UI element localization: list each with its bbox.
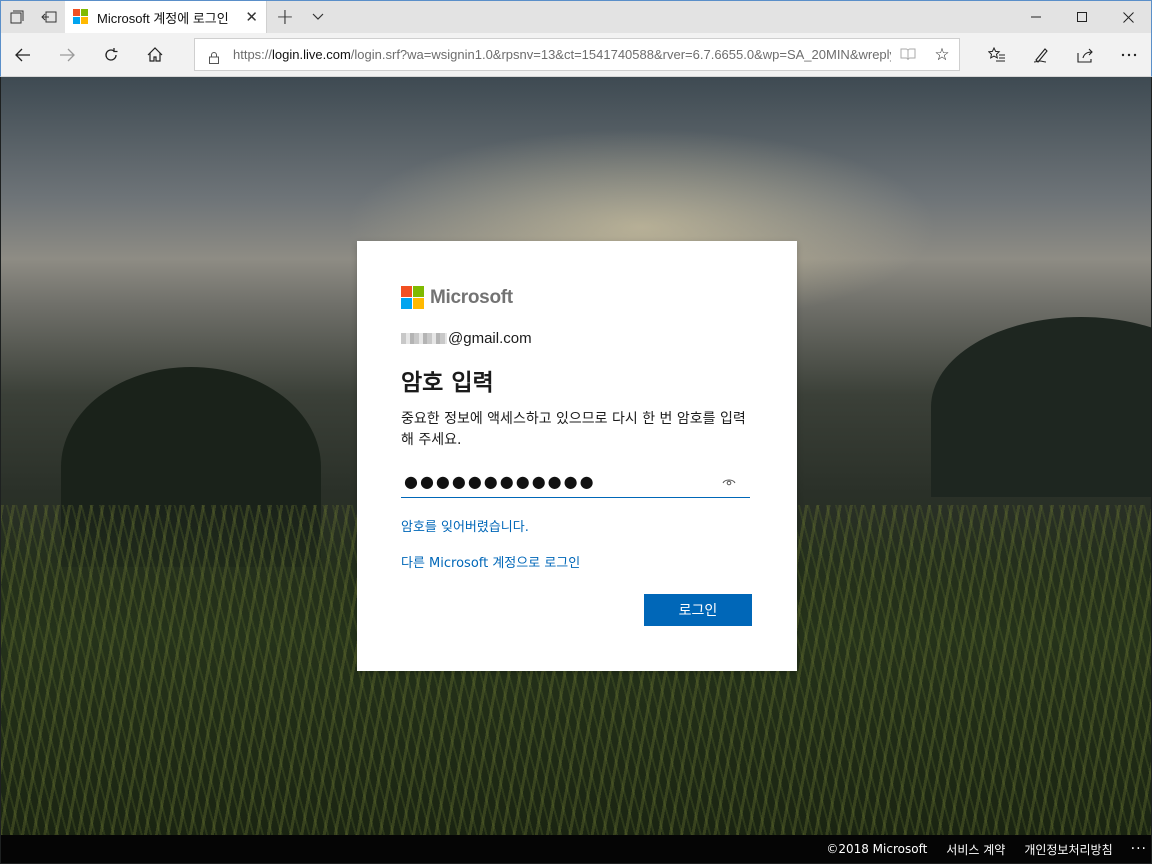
account-identity: @gmail.com [401,330,532,347]
back-arrow-icon[interactable] [1,33,45,77]
plus-icon[interactable]: + [267,1,303,33]
forward-arrow-icon[interactable] [45,33,89,77]
close-tab-icon[interactable]: ✕ [245,8,258,26]
tab-bar: Microsoft 계정에 로그인 ✕ + [0,0,1152,33]
refresh-icon[interactable] [89,33,133,77]
url-text[interactable]: https://login.live.com/login.srf?wa=wsig… [233,47,891,62]
brand-name: Microsoft [430,286,513,308]
lock-icon [209,49,219,64]
chevron-down-icon[interactable] [303,1,333,33]
password-input[interactable] [401,471,718,491]
windows-logo-icon [401,286,424,309]
book-icon[interactable] [891,48,925,61]
share-icon[interactable] [1063,33,1107,77]
privacy-link[interactable]: 개인정보처리방침 [1024,841,1112,858]
microsoft-logo: Microsoft [401,286,513,309]
ellipsis-icon[interactable] [1107,33,1151,77]
terms-link[interactable]: 서비스 계약 [946,841,1005,858]
forgot-password-link[interactable]: 암호를 잊어버렸습니다. [401,516,529,535]
password-field-wrapper [401,465,750,498]
page-background: Microsoft @gmail.com 암호 입력 중요한 정보에 액세스하고… [1,77,1151,835]
home-icon[interactable] [133,33,177,77]
microsoft-favicon-icon [73,9,89,25]
other-account-link[interactable]: 다른 Microsoft 계정으로 로그인 [401,552,580,571]
favorites-list-icon[interactable] [975,33,1019,77]
set-aside-tabs-icon[interactable] [33,1,65,33]
page-title: 암호 입력 [401,370,494,396]
pen-icon[interactable] [1019,33,1063,77]
background-mountain [931,317,1151,497]
address-bar[interactable]: https://login.live.com/login.srf?wa=wsig… [194,38,960,71]
footer-more-icon[interactable]: ··· [1131,841,1147,857]
navigation-bar: https://login.live.com/login.srf?wa=wsig… [0,33,1152,77]
active-tab[interactable]: Microsoft 계정에 로그인 ✕ [65,1,267,33]
login-card: Microsoft @gmail.com 암호 입력 중요한 정보에 액세스하고… [357,241,797,671]
star-icon[interactable]: ☆ [925,45,959,65]
description-text: 중요한 정보에 액세스하고 있으므로 다시 한 번 암호를 입력해 주세요. [401,411,746,448]
eye-icon[interactable] [718,470,740,492]
redacted-username [401,333,447,344]
login-button[interactable]: 로그인 [644,594,752,626]
tab-title: Microsoft 계정에 로그인 [97,10,229,26]
copyright-text: ©2018 Microsoft [826,842,928,856]
maximize-icon[interactable] [1059,1,1105,33]
minimize-icon[interactable] [1013,1,1059,33]
tab-list-icon[interactable] [1,1,33,33]
close-window-icon[interactable] [1105,1,1151,33]
email-domain: @gmail.com [448,330,532,347]
page-footer: ©2018 Microsoft 서비스 계약 개인정보처리방침 ··· [1,835,1151,863]
